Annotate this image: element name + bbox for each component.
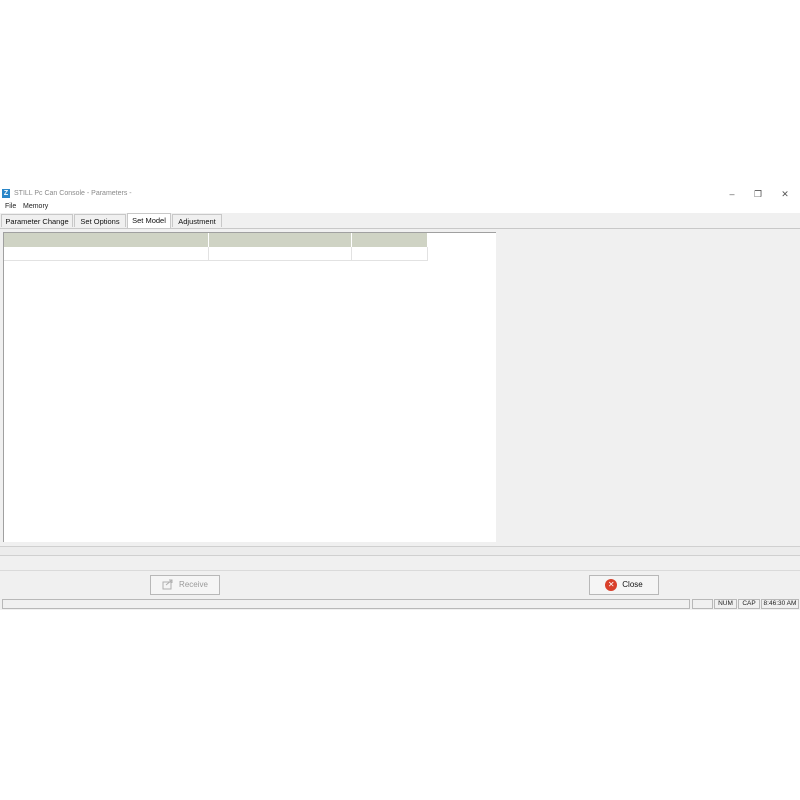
menu-bar: File Memory bbox=[0, 202, 800, 213]
status-num-indicator: NUM bbox=[714, 599, 737, 609]
model-grid[interactable] bbox=[3, 232, 496, 542]
grid-cell[interactable] bbox=[4, 247, 209, 261]
status-bar: NUM CAP 8:46:30 AM bbox=[0, 598, 800, 610]
app-icon: Z bbox=[2, 189, 10, 198]
grid-column-header[interactable] bbox=[352, 233, 428, 247]
button-bar: Receive ✕ Close bbox=[0, 570, 800, 600]
window-close-button[interactable]: ✕ bbox=[775, 188, 795, 200]
status-cap-indicator: CAP bbox=[738, 599, 760, 609]
receive-button[interactable]: Receive bbox=[150, 575, 220, 595]
tab-strip: Parameter Change Set Options Set Model A… bbox=[0, 213, 800, 229]
app-window: Z STILL Pc Can Console - Parameters - – … bbox=[0, 186, 800, 610]
close-x-icon: ✕ bbox=[605, 578, 618, 591]
status-clock: 8:46:30 AM bbox=[761, 599, 799, 609]
grid-column-header[interactable] bbox=[209, 233, 352, 247]
status-empty-panel bbox=[692, 599, 713, 609]
window-title: STILL Pc Can Console - Parameters - bbox=[14, 190, 132, 197]
close-label: Close bbox=[622, 580, 643, 589]
grid-column-header[interactable] bbox=[4, 233, 209, 247]
title-bar[interactable]: Z STILL Pc Can Console - Parameters - – … bbox=[0, 186, 800, 202]
menu-file[interactable]: File bbox=[5, 203, 16, 210]
grid-cell[interactable] bbox=[352, 247, 428, 261]
maximize-button[interactable]: ❐ bbox=[748, 188, 768, 200]
receive-label: Receive bbox=[179, 580, 208, 589]
close-button[interactable]: ✕ Close bbox=[589, 575, 659, 595]
menu-memory[interactable]: Memory bbox=[23, 203, 48, 210]
status-main-panel bbox=[2, 599, 690, 609]
tab-set-model[interactable]: Set Model bbox=[127, 213, 171, 228]
tab-set-options[interactable]: Set Options bbox=[74, 214, 126, 227]
tab-parameter-change[interactable]: Parameter Change bbox=[1, 214, 73, 227]
receive-icon bbox=[162, 579, 174, 591]
separator-bar bbox=[0, 546, 800, 556]
grid-cell[interactable] bbox=[209, 247, 352, 261]
minimize-button[interactable]: – bbox=[722, 188, 742, 200]
tab-adjustment[interactable]: Adjustment bbox=[172, 214, 222, 227]
